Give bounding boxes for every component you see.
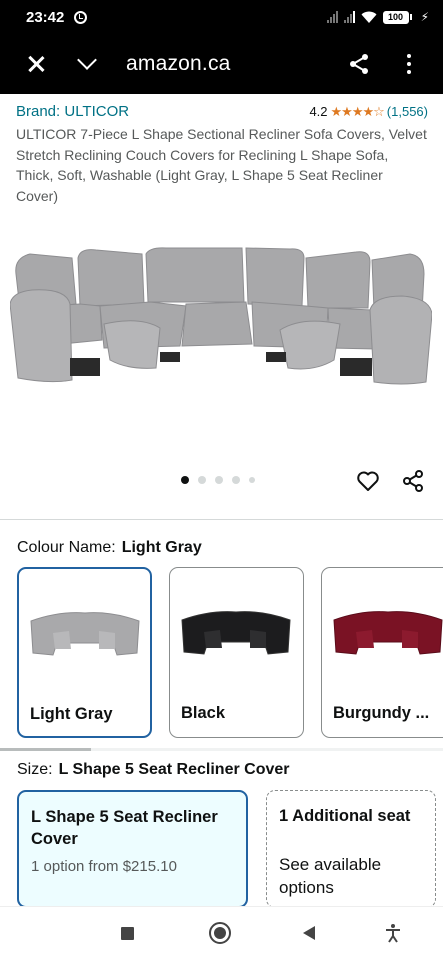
section-divider xyxy=(0,519,443,520)
size-option-title: L Shape 5 Seat Recliner Cover xyxy=(31,808,218,848)
battery-level: 100 xyxy=(382,10,409,24)
status-bar: 23:42 100 ⚡ xyxy=(0,0,443,34)
swatch-label: Light Gray xyxy=(30,705,113,723)
swatch-light-gray[interactable]: Light Gray xyxy=(17,567,152,738)
url-text[interactable]: amazon.ca xyxy=(126,52,231,76)
brand-rating-row: Brand: ULTICOR 4.2 ★★★★☆ (1,556) xyxy=(16,103,428,120)
swatch-label: Black xyxy=(181,704,226,722)
wifi-icon xyxy=(361,11,377,23)
charging-icon: ⚡ xyxy=(420,10,429,24)
carousel-dot[interactable] xyxy=(198,476,206,484)
battery-icon: 100 xyxy=(382,10,412,24)
size-option-selected[interactable]: L Shape 5 Seat Recliner Cover 1 option f… xyxy=(17,790,248,908)
colour-label-row: Colour Name: Light Gray xyxy=(17,539,202,557)
size-option-additional-seat[interactable]: 1 Additional seat See available options xyxy=(266,790,436,908)
swatch-scroll-thumb[interactable] xyxy=(0,748,91,751)
rating-summary[interactable]: 4.2 ★★★★☆ (1,556) xyxy=(309,104,428,120)
size-option-price: 1 option from $215.10 xyxy=(31,858,177,875)
swatch-label: Burgundy ... xyxy=(333,704,430,722)
see-available-options: See available options xyxy=(279,855,382,897)
status-time: 23:42 xyxy=(26,8,65,26)
swatch-image xyxy=(30,612,140,656)
swatch-image xyxy=(181,611,291,655)
share-icon[interactable] xyxy=(347,52,371,76)
size-option-title: 1 Additional seat xyxy=(279,807,411,825)
star-rating-icon: ★★★★☆ xyxy=(330,103,385,119)
accessibility-icon[interactable] xyxy=(384,923,402,943)
browser-toolbar: amazon.ca xyxy=(0,34,443,94)
heart-icon[interactable] xyxy=(356,469,380,493)
close-icon[interactable] xyxy=(24,52,48,76)
recent-apps-icon[interactable] xyxy=(121,927,134,940)
rating-count[interactable]: (1,556) xyxy=(387,104,428,119)
product-title: ULTICOR 7-Piece L Shape Sectional Reclin… xyxy=(16,126,427,204)
system-nav-bar xyxy=(0,906,443,960)
status-icons: 100 ⚡ xyxy=(326,10,429,24)
back-icon[interactable] xyxy=(303,926,315,940)
carousel-dot[interactable] xyxy=(232,476,240,484)
rating-value: 4.2 xyxy=(309,104,328,119)
image-carousel-dots[interactable] xyxy=(181,476,255,484)
size-selected-value: L Shape 5 Seat Recliner Cover xyxy=(58,761,290,778)
size-label: Size: xyxy=(17,761,53,778)
swatch-black[interactable]: Black xyxy=(169,567,304,738)
home-icon[interactable] xyxy=(209,922,231,944)
size-label-row: Size: L Shape 5 Seat Recliner Cover xyxy=(17,761,290,779)
product-image[interactable] xyxy=(10,244,432,404)
brand-link[interactable]: Brand: ULTICOR xyxy=(16,103,129,120)
carousel-dot[interactable] xyxy=(249,477,255,483)
chevron-down-icon[interactable] xyxy=(77,50,97,70)
share-icon[interactable] xyxy=(401,469,425,493)
signal-icon-2 xyxy=(343,11,355,23)
colour-label: Colour Name: xyxy=(17,539,116,556)
carousel-dot[interactable] xyxy=(181,476,189,484)
colour-selected-value: Light Gray xyxy=(121,539,202,556)
carousel-dot[interactable] xyxy=(215,476,223,484)
alarm-icon xyxy=(74,10,88,24)
swatch-image xyxy=(333,611,443,655)
swatch-burgundy[interactable]: Burgundy ... xyxy=(321,567,443,738)
more-options-icon[interactable] xyxy=(397,52,421,76)
signal-icon-1 xyxy=(326,11,338,23)
